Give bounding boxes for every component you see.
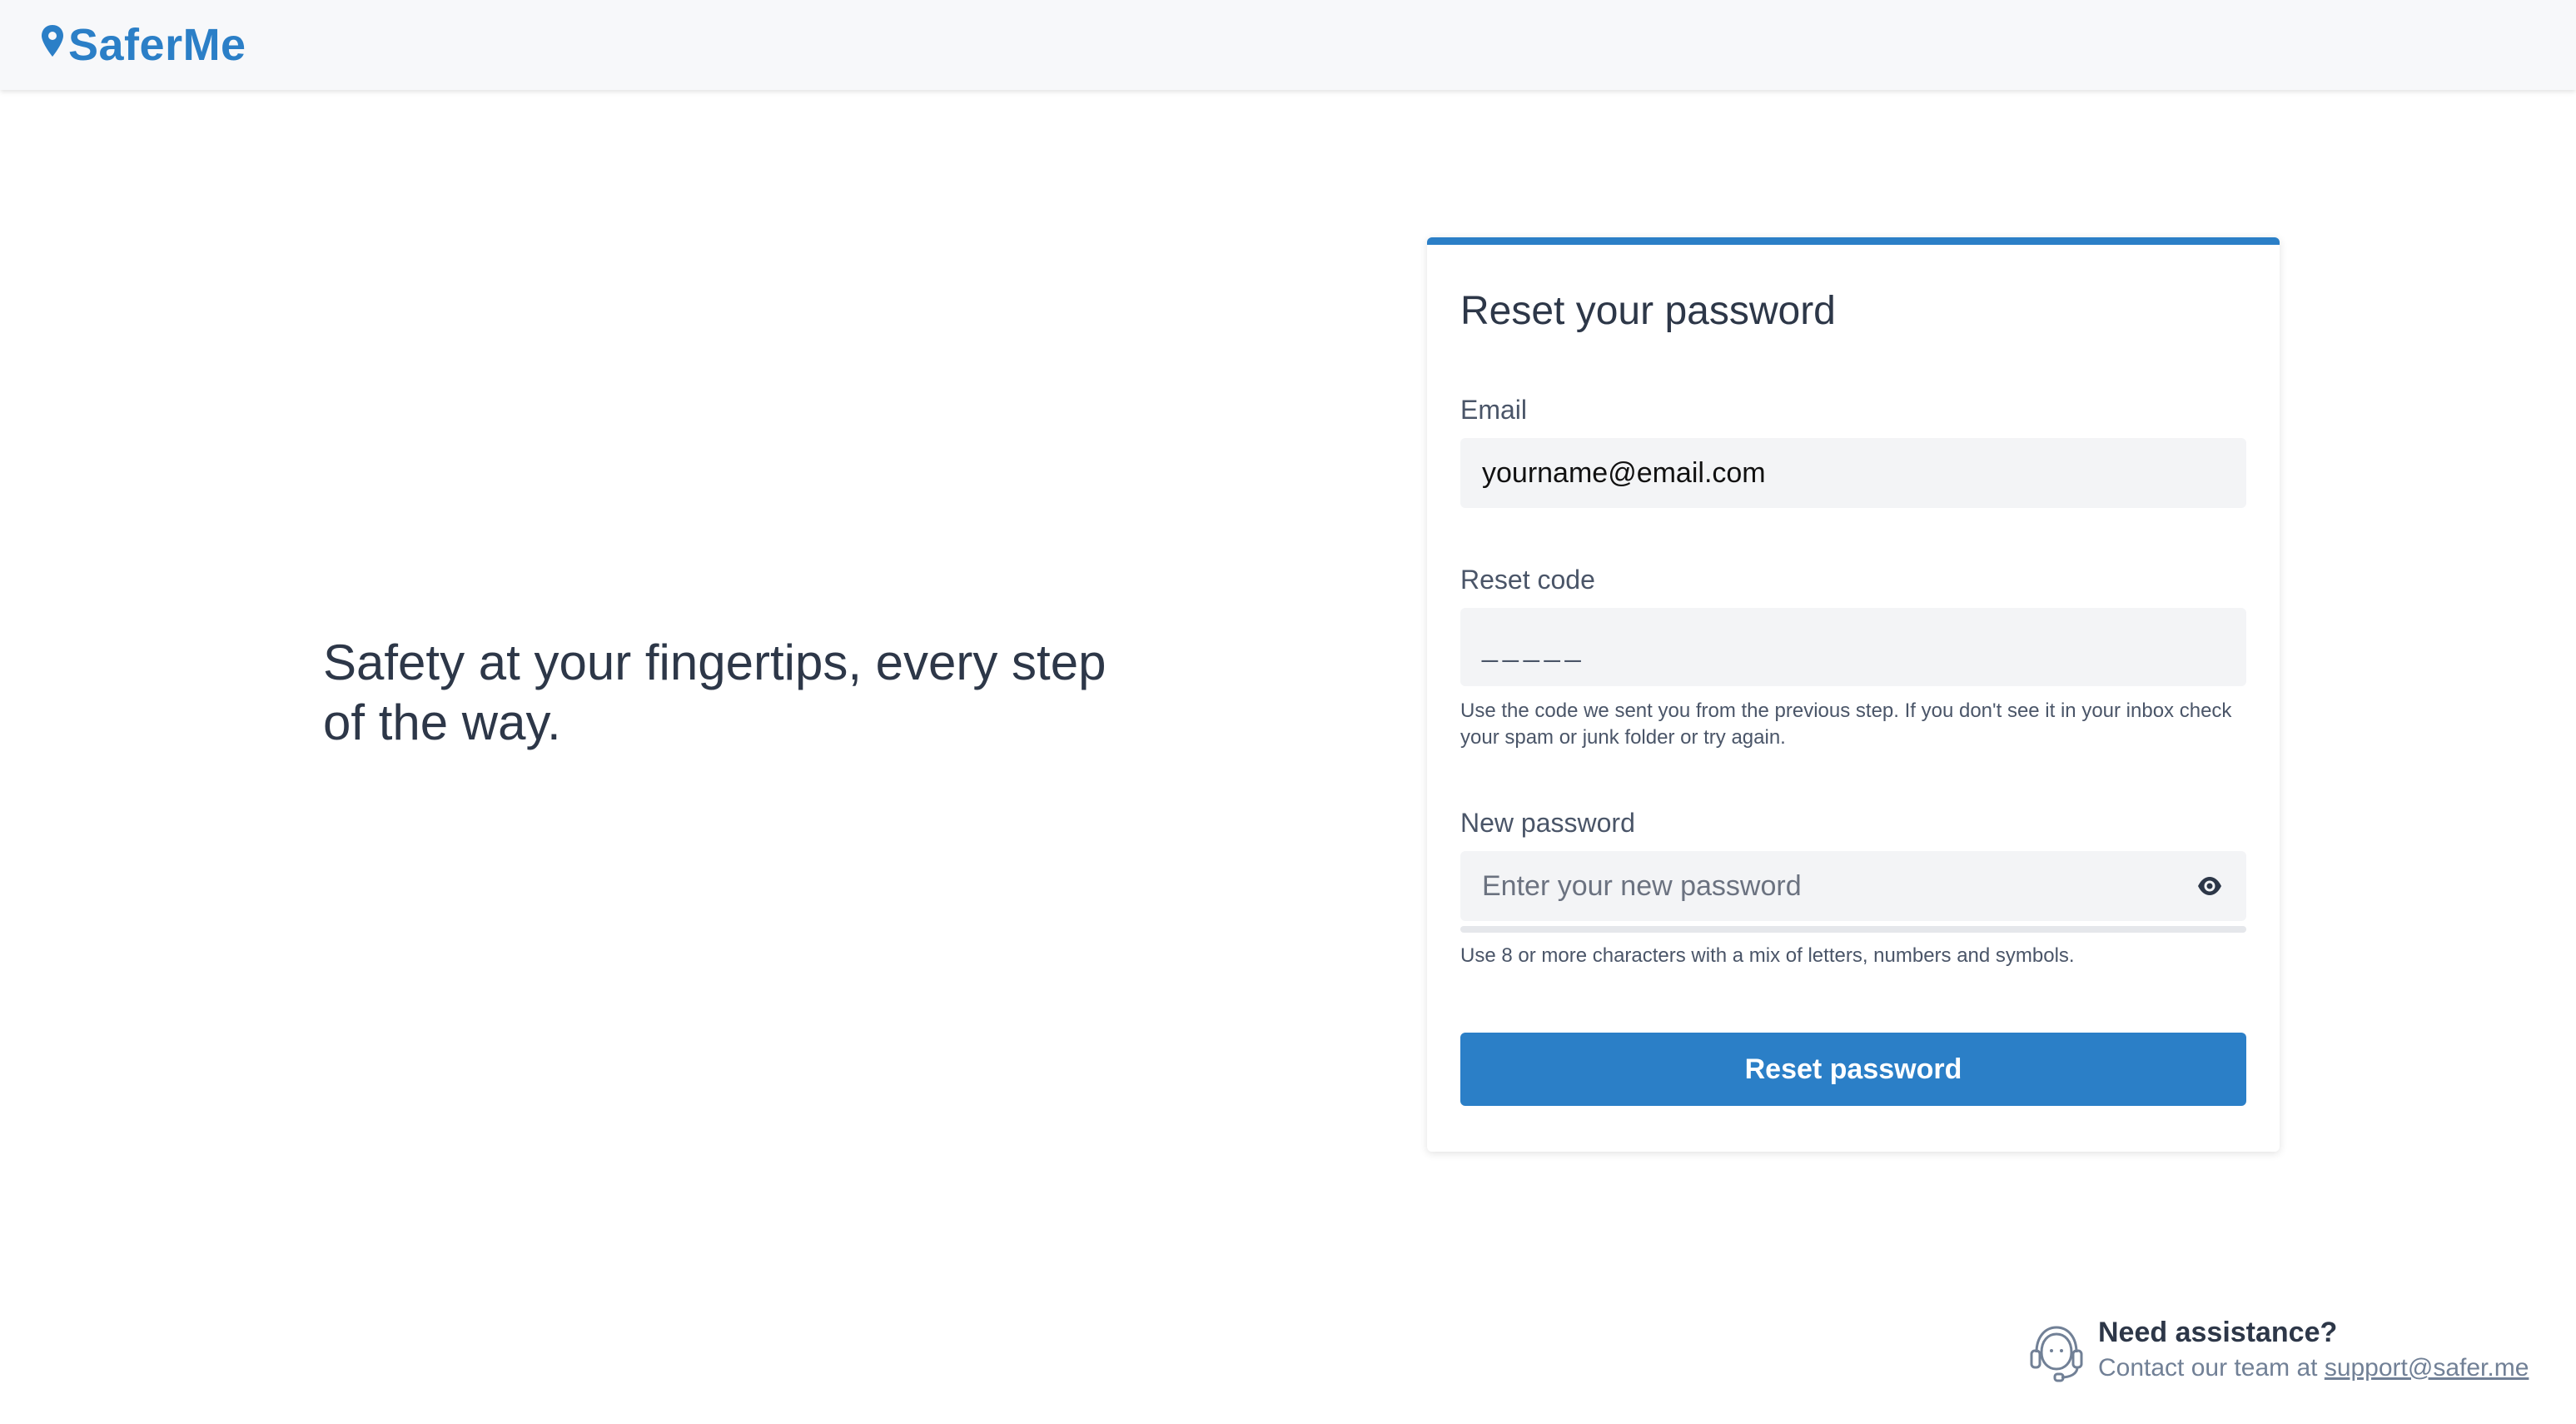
- assistance-title: Need assistance?: [2098, 1317, 2338, 1348]
- reset-code-placeholder: _____: [1482, 630, 1586, 663]
- headset-icon: [2030, 1326, 2083, 1382]
- assistance-text-group: Need assistance? Contact our team at sup…: [2098, 1314, 2529, 1386]
- reset-password-button[interactable]: Reset password: [1460, 1033, 2246, 1106]
- new-password-placeholder: Enter your new password: [1482, 869, 1802, 902]
- reset-code-input[interactable]: _____: [1460, 608, 2246, 686]
- reset-code-label: Reset code: [1460, 565, 1595, 595]
- saferme-logo[interactable]: SaferMe: [40, 19, 246, 71]
- logo-text: SaferMe: [68, 20, 246, 70]
- password-strength-bar: [1460, 926, 2246, 933]
- location-pin-icon: [42, 25, 63, 57]
- reset-code-help: Use the code we sent you from the previo…: [1460, 700, 2232, 749]
- new-password-label: New password: [1460, 808, 1635, 838]
- assistance-text: Contact our team at support@safer.me: [2098, 1351, 2529, 1386]
- assistance-block: Need assistance? Contact our team at sup…: [2025, 1314, 2529, 1386]
- email-value: yourname@email.com: [1482, 456, 1766, 489]
- support-email-link[interactable]: support@safer.me: [2325, 1354, 2529, 1382]
- assistance-prefix: Contact our team at: [2098, 1354, 2318, 1382]
- new-password-help: Use 8 or more characters with a mix of l…: [1460, 944, 2075, 967]
- hero-tagline: Safety at your fingertips, every step of…: [323, 635, 1106, 750]
- card-title: Reset your password: [1460, 289, 1836, 333]
- reset-password-card: Reset your password Email yourname@email…: [1427, 237, 2280, 1152]
- email-label: Email: [1460, 395, 1528, 425]
- email-field[interactable]: yourname@email.com: [1460, 438, 2246, 508]
- new-password-input[interactable]: Enter your new password: [1460, 851, 2246, 921]
- top-header: SaferMe: [0, 0, 2576, 90]
- eye-icon[interactable]: [2196, 873, 2223, 899]
